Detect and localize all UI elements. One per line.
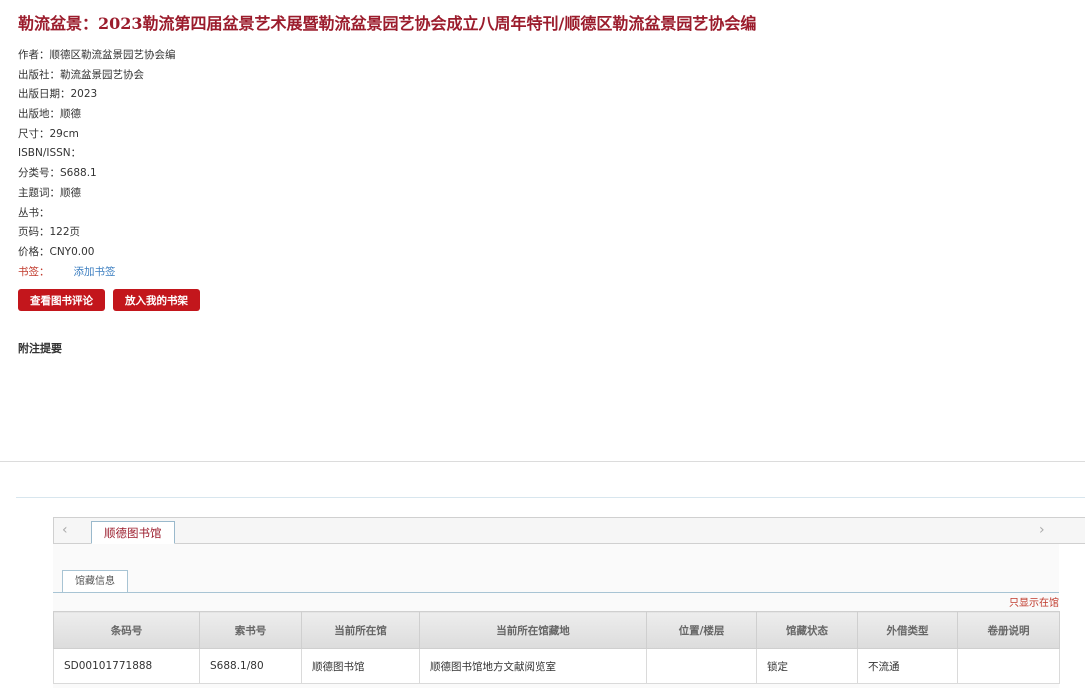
- meta-price: 价格：CNY0.00: [18, 245, 95, 258]
- col-call-number: 索书号: [199, 611, 302, 649]
- col-status: 馆藏状态: [756, 611, 858, 649]
- action-buttons: 查看图书评论 放入我的书架: [18, 289, 200, 311]
- table-header-row: 条码号 索书号 当前所在馆 当前所在馆藏地 位置/楼层 馆藏状态 外借类型 卷册…: [53, 611, 1060, 649]
- cell-current-location: 顺德图书馆地方文献阅览室: [419, 648, 647, 684]
- cell-barcode: SD00101771888: [53, 648, 200, 684]
- col-volume-note: 卷册说明: [957, 611, 1060, 649]
- col-current-library: 当前所在馆: [301, 611, 420, 649]
- cell-loan-type: 不流通: [857, 648, 958, 684]
- cell-status: 锁定: [756, 648, 858, 684]
- meta-classification: 分类号：S688.1: [18, 167, 97, 180]
- col-current-location: 当前所在馆藏地: [419, 611, 647, 649]
- bookmark-label: 书签：: [18, 265, 50, 278]
- add-bookmark-link[interactable]: 添加书签: [74, 266, 116, 278]
- holdings-table: 条码号 索书号 当前所在馆 当前所在馆藏地 位置/楼层 馆藏状态 外借类型 卷册…: [53, 611, 1060, 684]
- divider: [53, 592, 1059, 593]
- meta-author: 作者：顺德区勒流盆景园艺协会编: [18, 49, 176, 61]
- cell-position-floor: [646, 648, 757, 684]
- library-tab-bar: ‹ 顺德图书馆 ›: [53, 517, 1085, 544]
- book-metadata: 作者：顺德区勒流盆景园艺协会编 出版社：勒流盆景园艺协会 出版日期：2023 出…: [18, 46, 176, 282]
- col-barcode: 条码号: [53, 611, 200, 649]
- cell-current-library: 顺德图书馆: [301, 648, 420, 684]
- meta-series: 丛书：: [18, 206, 50, 219]
- divider: [16, 497, 1085, 498]
- col-loan-type: 外借类型: [857, 611, 958, 649]
- notes-heading: 附注提要: [18, 342, 62, 355]
- only-in-library-link[interactable]: 只显示在馆: [1009, 594, 1059, 609]
- view-reviews-button[interactable]: 查看图书评论: [18, 289, 105, 311]
- meta-size: 尺寸：29cm: [18, 127, 79, 140]
- meta-pages: 页码：122页: [18, 226, 81, 239]
- book-title: 勒流盆景：2023勒流第四届盆景艺术展暨勒流盆景园艺协会成立八周年特刊/顺德区勒…: [18, 14, 757, 33]
- chevron-right-icon[interactable]: ›: [1039, 522, 1045, 538]
- tab-holdings-info[interactable]: 馆藏信息: [62, 570, 128, 593]
- divider: [0, 461, 1085, 462]
- meta-publisher: 出版社：勒流盆景园艺协会: [18, 68, 144, 81]
- tab-shunde-library[interactable]: 顺德图书馆: [91, 521, 175, 544]
- meta-subject: 主题词：顺德: [18, 186, 81, 199]
- meta-bookmark: 书签： 添加书签: [18, 263, 176, 283]
- col-position-floor: 位置/楼层: [646, 611, 757, 649]
- cell-volume-note: [957, 648, 1060, 684]
- cell-call-number: S688.1/80: [199, 648, 302, 684]
- add-to-shelf-button[interactable]: 放入我的书架: [113, 289, 200, 311]
- table-row: SD00101771888 S688.1/80 顺德图书馆 顺德图书馆地方文献阅…: [53, 648, 1060, 684]
- meta-pub-place: 出版地：顺德: [18, 108, 81, 121]
- holdings-panel: 馆藏信息 只显示在馆 条码号 索书号 当前所在馆 当前所在馆藏地 位置/楼层 馆…: [53, 544, 1060, 688]
- meta-pub-date: 出版日期：2023: [18, 88, 98, 101]
- chevron-left-icon[interactable]: ‹: [62, 522, 68, 538]
- meta-isbn: ISBN/ISSN：: [18, 147, 82, 160]
